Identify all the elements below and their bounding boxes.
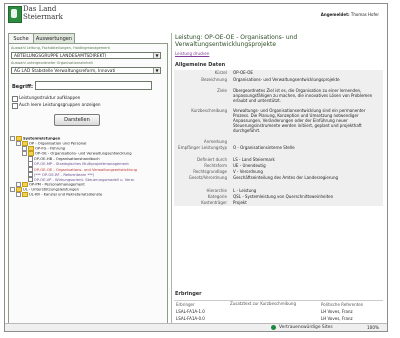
- unit-select-value: AG LAD Stabstelle Verwaltungsreform, Inn…: [14, 69, 116, 74]
- details-pane: Leistung: OP-OE-OE - Organisations- und …: [172, 33, 387, 331]
- expand-icon[interactable]: [16, 192, 21, 198]
- col-zusatztext: Zusatztext zur Kurzbeschreibung: [230, 301, 296, 306]
- folder-icon: [22, 192, 28, 198]
- user-name: Thomas Hofer: [350, 12, 379, 17]
- field-value: QSL - Systemleistung von Querschnittswei…: [233, 194, 334, 199]
- field-label: Kurzbeschreibung: [191, 108, 227, 113]
- field-value: UE - Unendeutig: [233, 163, 266, 168]
- brand-line-2: Steiermark: [23, 13, 63, 21]
- department-select-value: ABTEILUNGSGRUPPE LANDESAMTSDIREKTI: [14, 54, 106, 59]
- field-label: Kategorie: [207, 194, 227, 199]
- globe-icon: [271, 325, 276, 330]
- field-value: Organisations- und Verwaltungsentwicklun…: [233, 77, 340, 82]
- tree-item-label[interactable]: UL-KR - Kanzlei und Rekretariatsdienste: [29, 193, 102, 197]
- field-value: Übergeordnetes Ziel ist es, die Organisa…: [233, 88, 373, 103]
- field-label: Kostenträger: [201, 200, 227, 205]
- begriff-label: Begriff:: [12, 84, 34, 90]
- field-label: Empfänger Leistungstyp: [178, 145, 227, 150]
- zoom-level[interactable]: 100%: [367, 323, 379, 331]
- col-referenten: Politische Referenten: [321, 302, 364, 307]
- brand-title: Das Land Steiermark: [23, 5, 63, 21]
- service-tree: Systemleistungen OP - Organisation und Pe…: [10, 136, 166, 198]
- general-data-heading: Allgemeine Daten: [175, 62, 226, 68]
- col-erbringer: Erbringer: [176, 302, 195, 307]
- tree-item-label[interactable]: OP-PM - Personalmanagement: [29, 182, 85, 186]
- tree-item-label[interactable]: OP - Organisation und Personal: [29, 142, 86, 146]
- brand-line-1: Das Land: [23, 5, 57, 13]
- show-empty-groups-checkbox[interactable]: [12, 103, 18, 109]
- field-value: Geschäftseinteilung des Amtes der Landes…: [233, 175, 339, 180]
- select-1-label: Auswahl Leitung, Fachabteilungen, Holdin…: [11, 46, 110, 50]
- print-service-link[interactable]: Leistung drucken: [175, 51, 209, 56]
- unit-select[interactable]: AG LAD Stabstelle Verwaltungsreform, Inn…: [11, 67, 161, 74]
- select-2-label: Auswahl untergeordneter Organisationsein…: [11, 61, 93, 65]
- field-label: Ziele: [217, 88, 227, 93]
- signed-in-info: Angemeldet: Thomas Hofer: [321, 12, 379, 17]
- producer-row: LSAL-FA1A-1.0 LH Voves, Franz: [174, 308, 383, 315]
- producer-referent: LH Voves, Franz: [321, 316, 353, 321]
- field-label: Rechtsform: [204, 163, 227, 168]
- field-label: Anmerkung: [203, 139, 227, 144]
- left-pane: Suche Auswertungen Auswahl Leitung, Fach…: [5, 33, 172, 331]
- chevron-down-icon[interactable]: ▼: [153, 68, 160, 73]
- field-label: Kürzel: [214, 70, 227, 75]
- field-label: Rechtsgrundlage: [193, 169, 227, 174]
- tree-item[interactable]: UL-KR - Kanzlei und Rekretariatsdienste: [10, 192, 166, 198]
- department-select[interactable]: ABTEILUNGSGRUPPE LANDESAMTSDIREKTI ▼: [11, 52, 161, 59]
- producer-code: LSAL-FA1A-0.0: [176, 316, 205, 321]
- producers-heading: Erbringer: [175, 291, 202, 297]
- field-value: V - Verordnung: [233, 169, 263, 174]
- field-value: OP-OE-OE: [233, 70, 253, 75]
- field-label: Gesetz/Verordnung: [188, 175, 227, 180]
- field-value: Verwaltungs- und Organisationsentwicklun…: [233, 108, 366, 133]
- app-header: Das Land Steiermark Angemeldet: Thomas H…: [5, 4, 387, 32]
- field-label: Definiert durch: [196, 157, 227, 162]
- signed-in-label: Angemeldet:: [320, 12, 350, 17]
- field-value: Projekt: [233, 200, 247, 205]
- tree-item-label[interactable]: Systemleistungen: [23, 137, 60, 141]
- tree-item-label[interactable]: OP-FG - Führung: [35, 147, 65, 151]
- producer-referent: LH Voves, Franz: [321, 309, 353, 314]
- producer-row: LSAL-FA1A-0.0 LH Voves, Franz: [174, 315, 383, 322]
- field-value: LS - Land Steiermark: [233, 157, 275, 162]
- security-zone-text: Vertrauenswürdige Sites: [279, 325, 333, 330]
- field-label: Hierarchie: [206, 188, 227, 193]
- producers-header-row: Erbringer Zusatztext zur Kurzbeschreibun…: [174, 301, 383, 308]
- field-value: O - Organisationsinterne Stelle: [233, 145, 295, 150]
- search-panel: Auswahl Leitung, Fachabteilungen, Holdin…: [8, 43, 168, 331]
- show-empty-groups-label: Auch leere Leistungsgruppen anzeigen: [19, 102, 101, 107]
- tree-item-label[interactable]: OP-OE - Organisations- und Verwaltungsen…: [35, 152, 132, 156]
- tree-item-label[interactable]: UL - Unterstützungsleistungen: [23, 187, 79, 191]
- darstellen-button[interactable]: Darstellen: [54, 114, 100, 126]
- expand-structure-checkbox[interactable]: [12, 96, 18, 102]
- field-value: L - Leistung: [233, 188, 257, 193]
- browser-window: Das Land Steiermark Angemeldet: Thomas H…: [4, 3, 388, 332]
- service-title: Leistung: OP-OE-OE - Organisations- und …: [175, 34, 298, 48]
- field-label: Bezeichnung: [201, 77, 227, 82]
- expand-structure-label: Leistungsstruktur aufklappen: [19, 95, 81, 100]
- begriff-input[interactable]: [35, 81, 152, 90]
- producer-code: LSAL-FA1A-1.0: [176, 309, 205, 314]
- steiermark-logo-icon: [8, 6, 22, 23]
- chevron-down-icon[interactable]: ▼: [153, 53, 160, 58]
